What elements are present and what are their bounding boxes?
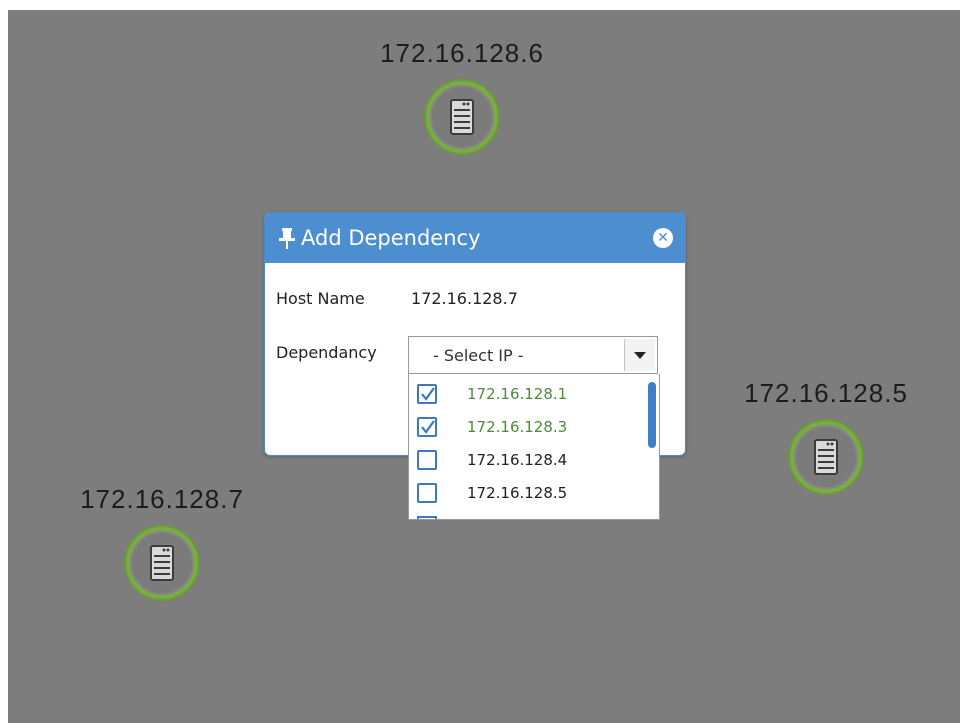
select-ip-value: - Select IP -	[433, 346, 524, 365]
option-label: 172.16.128.1	[467, 385, 568, 403]
pin-icon[interactable]	[277, 226, 297, 250]
ip-option-172-16-128-4[interactable]: 172.16.128.4	[417, 446, 567, 474]
close-icon[interactable]: ✕	[653, 228, 673, 248]
host-name-label: Host Name	[276, 289, 365, 308]
host-node-172-16-128-7[interactable]: 172.16.128.7	[52, 484, 272, 599]
chevron-down-icon[interactable]	[624, 339, 655, 371]
server-icon	[814, 439, 838, 475]
server-icon	[150, 545, 174, 581]
checkbox-unchecked[interactable]	[417, 483, 437, 503]
checkbox-checked[interactable]	[417, 417, 437, 437]
host-node-172-16-128-6[interactable]: 172.16.128.6	[352, 38, 572, 153]
option-label: 172.16.128.5	[467, 484, 568, 502]
dialog-title: Add Dependency	[301, 226, 481, 250]
checkbox-partial[interactable]	[417, 516, 437, 519]
host-status-ring[interactable]	[126, 527, 198, 599]
select-ip-box[interactable]: - Select IP -	[408, 336, 658, 374]
dialog-header[interactable]: Add Dependency ✕	[265, 213, 685, 263]
server-icon	[450, 99, 474, 135]
host-name-value: 172.16.128.7	[411, 289, 518, 308]
host-status-ring[interactable]	[790, 421, 862, 493]
checkmark-icon	[421, 387, 435, 401]
checkmark-icon	[421, 420, 435, 434]
host-node-label: 172.16.128.5	[744, 378, 908, 408]
host-node-label: 172.16.128.7	[80, 484, 244, 514]
checkbox-checked[interactable]	[417, 384, 437, 404]
dependency-label: Dependancy	[276, 343, 377, 362]
ip-option-172-16-128-5[interactable]: 172.16.128.5	[417, 479, 567, 507]
option-label: 172.16.128.3	[467, 418, 568, 436]
checkbox-unchecked[interactable]	[417, 450, 437, 470]
host-node-label: 172.16.128.6	[380, 38, 544, 68]
dependency-select[interactable]: - Select IP - 172.16.128.1 172.16.128.3 …	[408, 336, 660, 522]
ip-option-172-16-128-1[interactable]: 172.16.128.1	[417, 380, 567, 408]
host-node-172-16-128-5[interactable]: 172.16.128.5	[716, 378, 936, 493]
option-label: 172.16.128.4	[467, 451, 568, 469]
scrollbar-thumb[interactable]	[648, 382, 656, 448]
ip-option-172-16-128-3[interactable]: 172.16.128.3	[417, 413, 567, 441]
ip-option-list[interactable]: 172.16.128.1 172.16.128.3 172.16.128.4 1…	[408, 374, 660, 520]
host-status-ring[interactable]	[426, 81, 498, 153]
